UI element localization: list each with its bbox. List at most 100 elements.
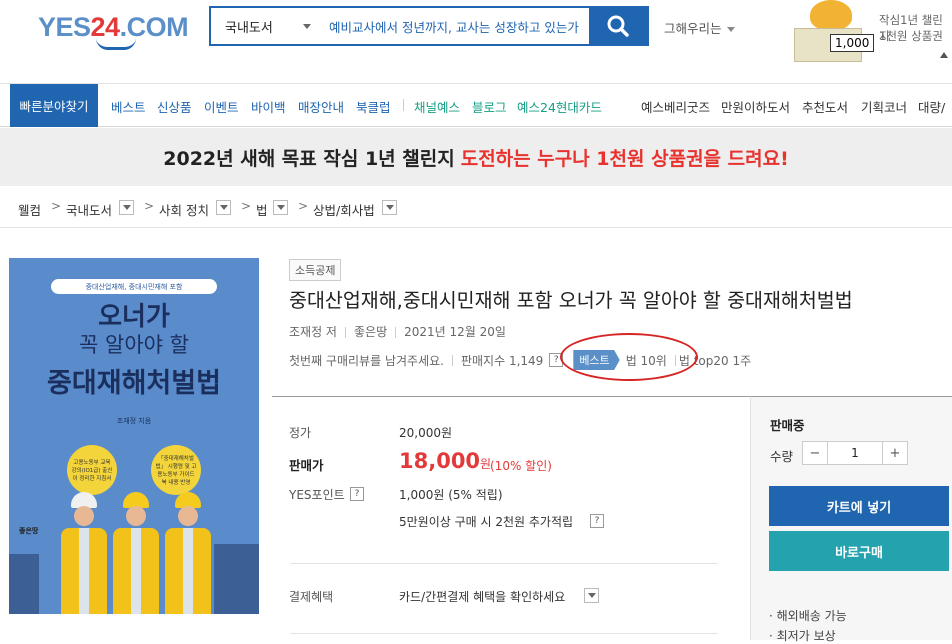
- cover-callout-left: 고용노동부 교육강의(IO1급) 출신이 정리한 지침서: [67, 445, 117, 495]
- breadcrumb-dropdown[interactable]: [216, 200, 231, 215]
- chevron-right-icon: >: [241, 199, 252, 213]
- breadcrumb-dropdown[interactable]: [382, 200, 397, 215]
- lowest-price-info: · 최저가 보상: [769, 629, 836, 643]
- logo-smile: [96, 38, 136, 50]
- cover-building: [214, 544, 259, 614]
- sale-status: 판매중: [770, 418, 805, 433]
- sales-index: 판매지수 1,149: [460, 353, 544, 368]
- search-icon: [607, 15, 629, 37]
- section-divider: [290, 633, 718, 634]
- breadcrumb-commercial[interactable]: 상법/회사법: [313, 200, 375, 219]
- nav-item-recommend[interactable]: 추천도서: [802, 97, 848, 116]
- quantity-decrease-button[interactable]: −: [803, 442, 828, 464]
- nav-item-store[interactable]: 매장안내: [298, 97, 344, 116]
- cover-title-line1: 오너가: [98, 302, 170, 332]
- nav-item-goods[interactable]: 예스베리굿즈: [641, 97, 710, 116]
- header-event-label: 그해우리는: [664, 21, 722, 36]
- yes24-logo[interactable]: YES24.COM: [38, 4, 189, 56]
- points-value: 1,000원 (5% 적립): [399, 488, 503, 502]
- nav-item-bulk[interactable]: 대량/: [918, 97, 945, 116]
- nav-item-buyback[interactable]: 바이백: [251, 97, 286, 116]
- chevron-right-icon: >: [298, 199, 309, 213]
- chevron-down-icon: [385, 205, 394, 210]
- breadcrumb-law[interactable]: 법: [256, 200, 268, 219]
- book-cover-image[interactable]: 중대산업재해, 중대시민재해 포함 오너가 꼭 알아야 할 중대재해처벌법 조재…: [9, 258, 259, 614]
- nav-divider: [403, 99, 404, 111]
- quick-category-button[interactable]: 빠른분야찾기: [10, 84, 98, 127]
- search-bar: 국내도서 예비교사에서 정년까지, 교사는 성장하고 있는가: [209, 6, 649, 46]
- nav-item-planning[interactable]: 기획코너: [861, 97, 907, 116]
- meta-divider: [395, 327, 397, 338]
- payment-benefit-dropdown[interactable]: [584, 588, 599, 603]
- event-banner[interactable]: 2022년 새해 목표 작심 1년 챌린지 도전하는 누구나 1천원 상품권을 드…: [0, 128, 952, 186]
- cover-title-line3: 중대재해처벌법: [47, 368, 221, 399]
- cover-author: 조재정 지음: [116, 417, 152, 425]
- author-link[interactable]: 조재정 저: [289, 325, 337, 339]
- breadcrumb-dropdown[interactable]: [119, 200, 134, 215]
- breadcrumb-dropdown[interactable]: [273, 200, 288, 215]
- breadcrumb: 웰컴 > 국내도서 > 사회 정치 > 법 > 상법/회사법: [0, 186, 952, 228]
- nav-item-card[interactable]: 예스24현대카드: [517, 97, 602, 116]
- breadcrumb-domestic[interactable]: 국내도서: [66, 200, 112, 219]
- product-title: 중대산업재해,중대시민재해 포함 오너가 꼭 알아야 할 중대재해처벌법: [289, 289, 853, 312]
- breadcrumb-home[interactable]: 웰컴: [18, 200, 41, 219]
- chevron-down-icon: [122, 205, 131, 210]
- help-icon[interactable]: ?: [350, 487, 364, 501]
- review-link[interactable]: 첫번째 구매리뷰를 남겨주세요.: [289, 352, 444, 369]
- search-input[interactable]: 예비교사에서 정년까지, 교사는 성장하고 있는가: [321, 17, 589, 36]
- cover-building: [9, 554, 39, 614]
- nav-item-channel[interactable]: 채널예스: [414, 97, 460, 116]
- quantity-increase-button[interactable]: +: [882, 442, 907, 464]
- search-button[interactable]: [589, 8, 647, 44]
- payment-benefit-label: 결제혜택: [289, 590, 334, 604]
- list-price-label: 정가: [289, 426, 312, 440]
- nav-item-event[interactable]: 이벤트: [204, 97, 239, 116]
- banner-text: 2022년 새해 목표 작심 1년 챌린지: [163, 147, 455, 170]
- publish-date: 2021년 12월 20일: [404, 325, 506, 339]
- banner-highlight: 도전하는 누구나 1천원 상품권을 드려요!: [460, 147, 789, 170]
- chevron-down-icon: [587, 593, 596, 598]
- section-divider: [290, 563, 718, 564]
- cover-title-line2: 꼭 알아야 할: [79, 333, 189, 357]
- voucher-amount: 1,000: [830, 34, 875, 52]
- quantity-input[interactable]: 1: [828, 442, 882, 464]
- help-icon[interactable]: ?: [590, 514, 604, 528]
- tax-deduction-badge: 소득공제: [289, 259, 342, 281]
- cover-worker-illustration: [165, 492, 211, 614]
- cover-publisher: 좋은땅: [19, 527, 39, 535]
- nav-item-new[interactable]: 신상품: [157, 97, 192, 116]
- chevron-down-icon: [303, 24, 311, 29]
- cover-subtitle: 중대산업재해, 중대시민재해 포함: [51, 279, 217, 294]
- promo-banner[interactable]: 1,000 작심1년 챌린지 1천원 상품권: [790, 0, 952, 70]
- product-meta: 조재정 저 좋은땅 2021년 12월 20일: [289, 323, 506, 340]
- nav-item-blog[interactable]: 블로그: [472, 97, 507, 116]
- publisher-link[interactable]: 좋은땅: [354, 325, 387, 339]
- nav-item-best[interactable]: 베스트: [111, 97, 146, 116]
- nav-item-under10k[interactable]: 만원이하도서: [721, 97, 790, 116]
- sale-price-value: 18,000원: [399, 449, 491, 473]
- header-event-link[interactable]: 그해우리는: [664, 18, 735, 37]
- tiger-mascot-icon: [810, 0, 852, 30]
- chevron-down-icon: [276, 205, 285, 210]
- chevron-right-icon: >: [144, 199, 155, 213]
- buy-now-button[interactable]: 바로구매: [769, 531, 949, 571]
- sale-price-amount: 18,000: [399, 449, 481, 473]
- quantity-label: 수량: [770, 449, 794, 464]
- breadcrumb-society[interactable]: 사회 정치: [159, 200, 209, 219]
- chevron-right-icon: >: [51, 199, 62, 213]
- sale-price-label: 판매가: [289, 458, 324, 473]
- payment-benefit-value: 카드/간편결제 혜택을 확인하세요: [399, 590, 566, 604]
- overseas-shipping-info: · 해외배송 가능: [769, 609, 847, 623]
- promo-line2: 1천원 상품권: [879, 29, 943, 43]
- search-category-label: 국내도서: [225, 20, 273, 36]
- list-price-value: 20,000원: [399, 426, 453, 440]
- add-to-cart-button[interactable]: 카트에 넣기: [769, 486, 949, 526]
- quantity-stepper: − 1 +: [802, 441, 908, 465]
- search-category-select[interactable]: 국내도서: [211, 8, 321, 44]
- nav-item-bookclub[interactable]: 북클럽: [356, 97, 391, 116]
- buy-box: 판매중 수량 − 1 + 카트에 넣기 바로구매 · 해외배송 가능 · 최저가…: [750, 396, 952, 643]
- discount-rate: (10% 할인): [490, 459, 552, 473]
- points-label: YES포인트: [289, 488, 345, 502]
- highlight-annotation-circle: [560, 333, 698, 381]
- cover-callout-right: 「중대재해처벌법」 시행령 및 고용노동부 가이드북 내용 반영: [151, 445, 201, 495]
